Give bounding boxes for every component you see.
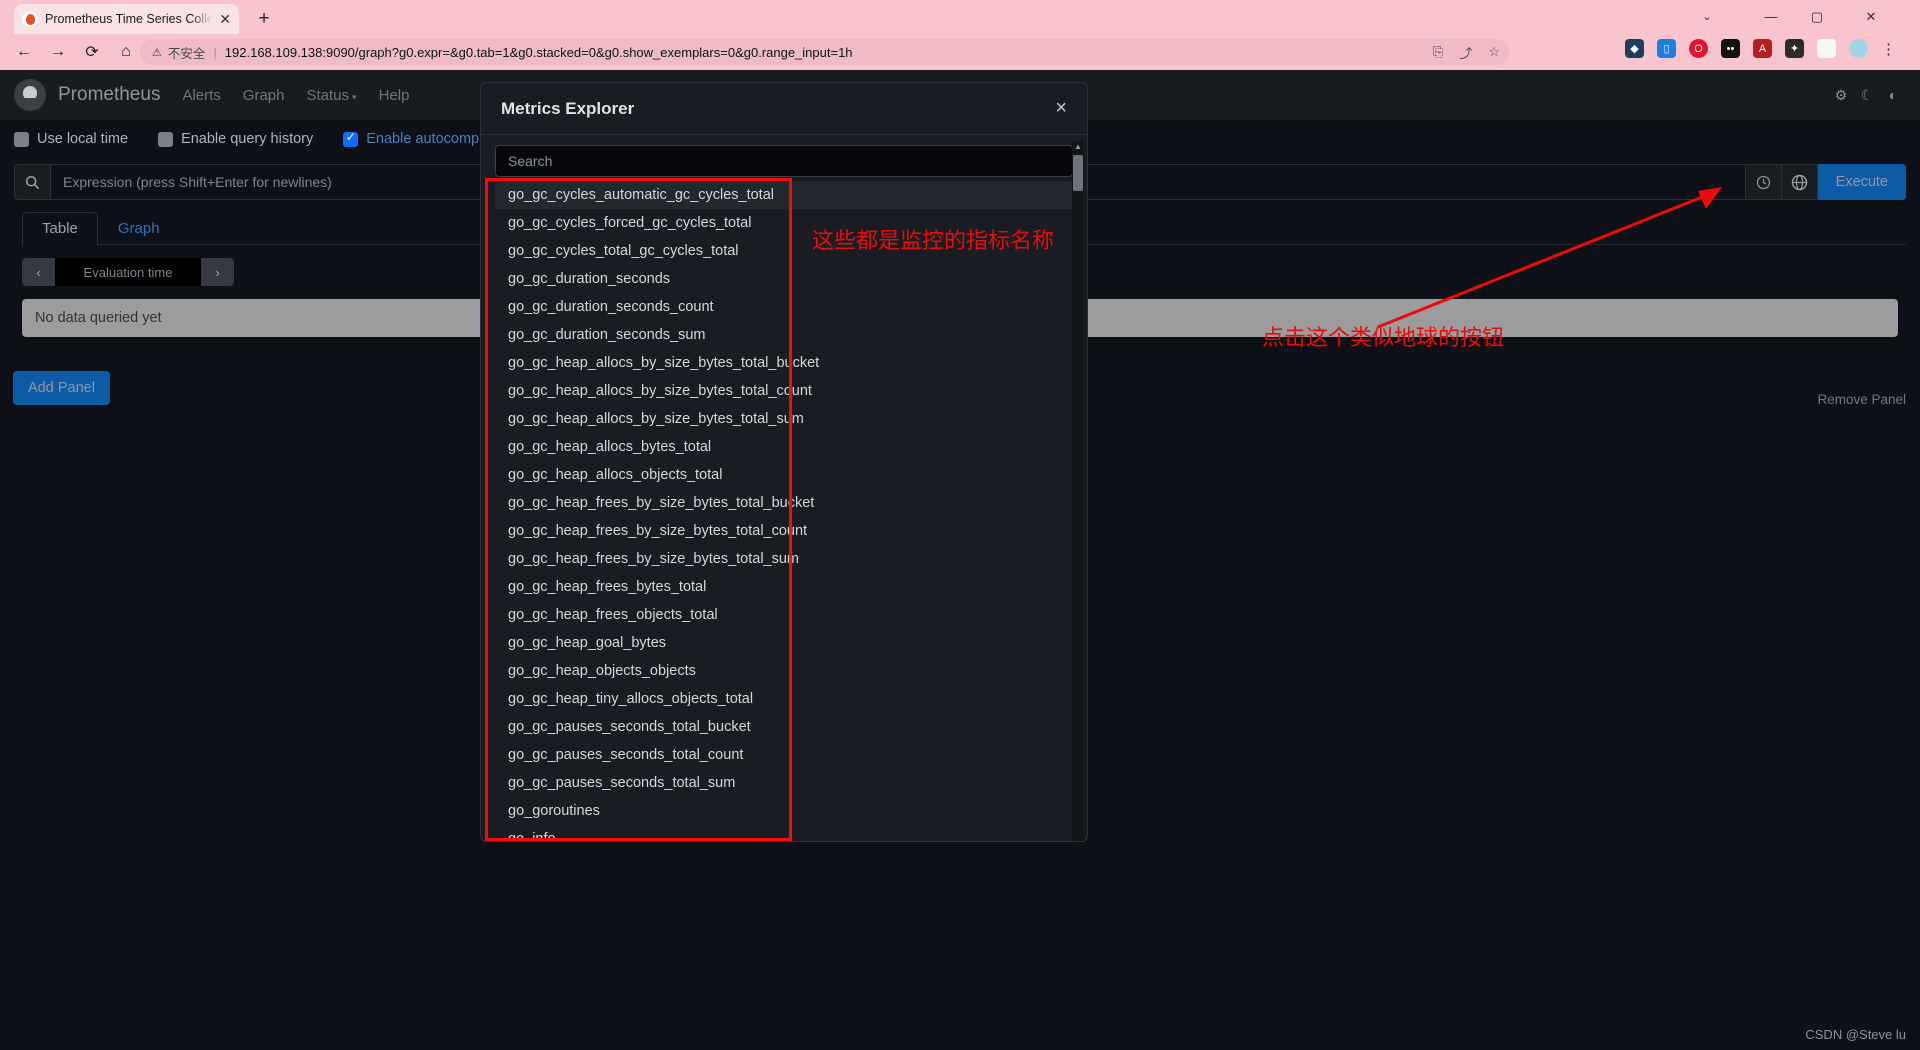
scroll-up-icon[interactable]: ▲ xyxy=(1072,141,1084,153)
annotation-globe-note: 点击这个类似地球的按钮 xyxy=(1262,326,1505,351)
metric-list-item[interactable]: go_gc_cycles_automatic_gc_cycles_total xyxy=(495,181,1073,209)
metrics-explorer-modal: Metrics Explorer × Search go_gc_cycles_a… xyxy=(480,82,1088,842)
modal-overlay: Metrics Explorer × Search go_gc_cycles_a… xyxy=(0,0,1920,1050)
metric-list-item[interactable]: go_gc_duration_seconds_sum xyxy=(495,321,1073,349)
modal-title: Metrics Explorer xyxy=(501,98,635,118)
metric-list-item[interactable]: go_gc_heap_tiny_allocs_objects_total xyxy=(495,685,1073,713)
metric-list-item[interactable]: go_gc_heap_frees_by_size_bytes_total_cou… xyxy=(495,517,1073,545)
annotation-metrics-note: 这些都是监控的指标名称 xyxy=(812,229,1055,254)
metric-list[interactable]: go_gc_cycles_automatic_gc_cycles_totalgo… xyxy=(495,181,1073,841)
watermark: CSDN @Steve lu xyxy=(1805,1027,1906,1042)
metric-list-item[interactable]: go_info xyxy=(495,825,1073,841)
metric-list-item[interactable]: go_gc_heap_frees_by_size_bytes_total_sum xyxy=(495,545,1073,573)
scrollbar-thumb[interactable] xyxy=(1073,155,1083,191)
metric-list-item[interactable]: go_gc_heap_frees_objects_total xyxy=(495,601,1073,629)
metric-list-item[interactable]: go_gc_duration_seconds xyxy=(495,265,1073,293)
search-wrap: Search xyxy=(495,145,1073,181)
metric-list-item[interactable]: go_gc_pauses_seconds_total_sum xyxy=(495,769,1073,797)
metric-list-item[interactable]: go_gc_heap_objects_objects xyxy=(495,657,1073,685)
modal-header: Metrics Explorer × xyxy=(481,83,1087,135)
metric-list-item[interactable]: go_gc_heap_allocs_by_size_bytes_total_bu… xyxy=(495,349,1073,377)
modal-scrollbar[interactable]: ▲ ▼ xyxy=(1072,141,1084,841)
metric-list-item[interactable]: go_gc_heap_goal_bytes xyxy=(495,629,1073,657)
metric-list-item[interactable]: go_gc_duration_seconds_count xyxy=(495,293,1073,321)
metric-list-item[interactable]: go_gc_heap_frees_bytes_total xyxy=(495,573,1073,601)
metric-list-item[interactable]: go_gc_heap_frees_by_size_bytes_total_buc… xyxy=(495,489,1073,517)
close-icon[interactable]: × xyxy=(1055,97,1067,120)
metric-list-item[interactable]: go_gc_pauses_seconds_total_count xyxy=(495,741,1073,769)
metric-list-item[interactable]: go_gc_heap_allocs_bytes_total xyxy=(495,433,1073,461)
metric-list-item[interactable]: go_gc_heap_allocs_by_size_bytes_total_su… xyxy=(495,405,1073,433)
browser-window: Prometheus Time Series Colle ✕ + ⌄ — ▢ ✕… xyxy=(0,0,1920,1050)
search-input[interactable]: Search xyxy=(495,145,1073,177)
metric-list-item[interactable]: go_gc_heap_allocs_by_size_bytes_total_co… xyxy=(495,377,1073,405)
metric-list-item[interactable]: go_gc_heap_allocs_objects_total xyxy=(495,461,1073,489)
metric-list-item[interactable]: go_goroutines xyxy=(495,797,1073,825)
metric-list-item[interactable]: go_gc_pauses_seconds_total_bucket xyxy=(495,713,1073,741)
